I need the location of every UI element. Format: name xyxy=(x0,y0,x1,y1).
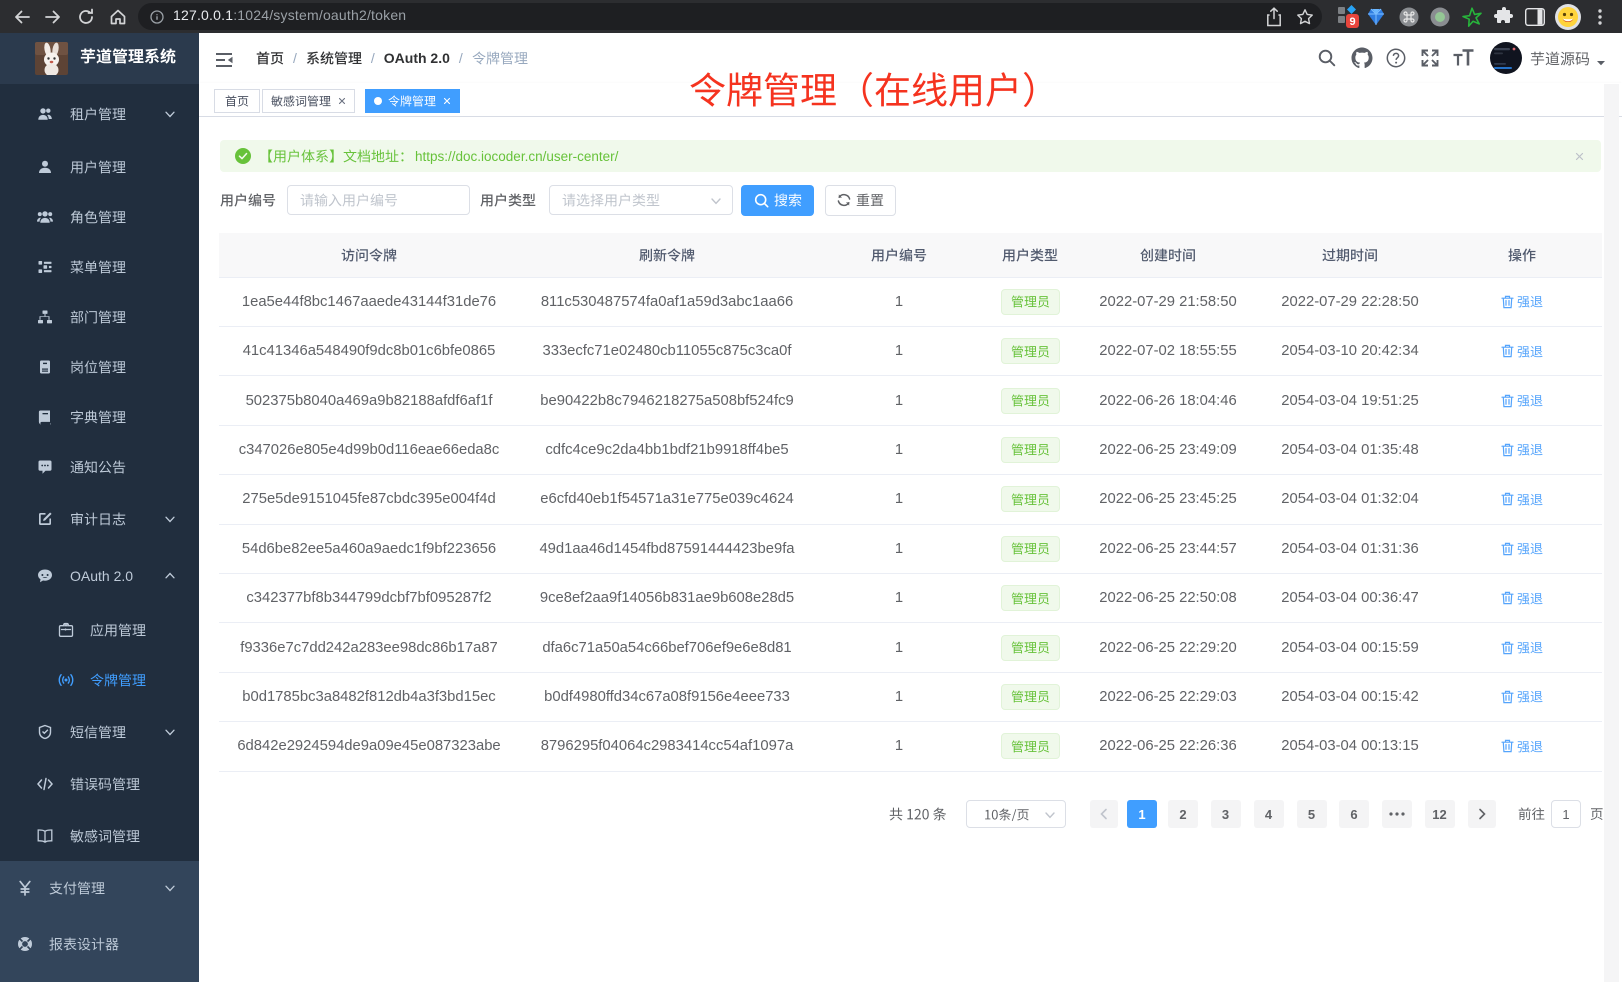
svg-text:9: 9 xyxy=(1349,16,1355,28)
